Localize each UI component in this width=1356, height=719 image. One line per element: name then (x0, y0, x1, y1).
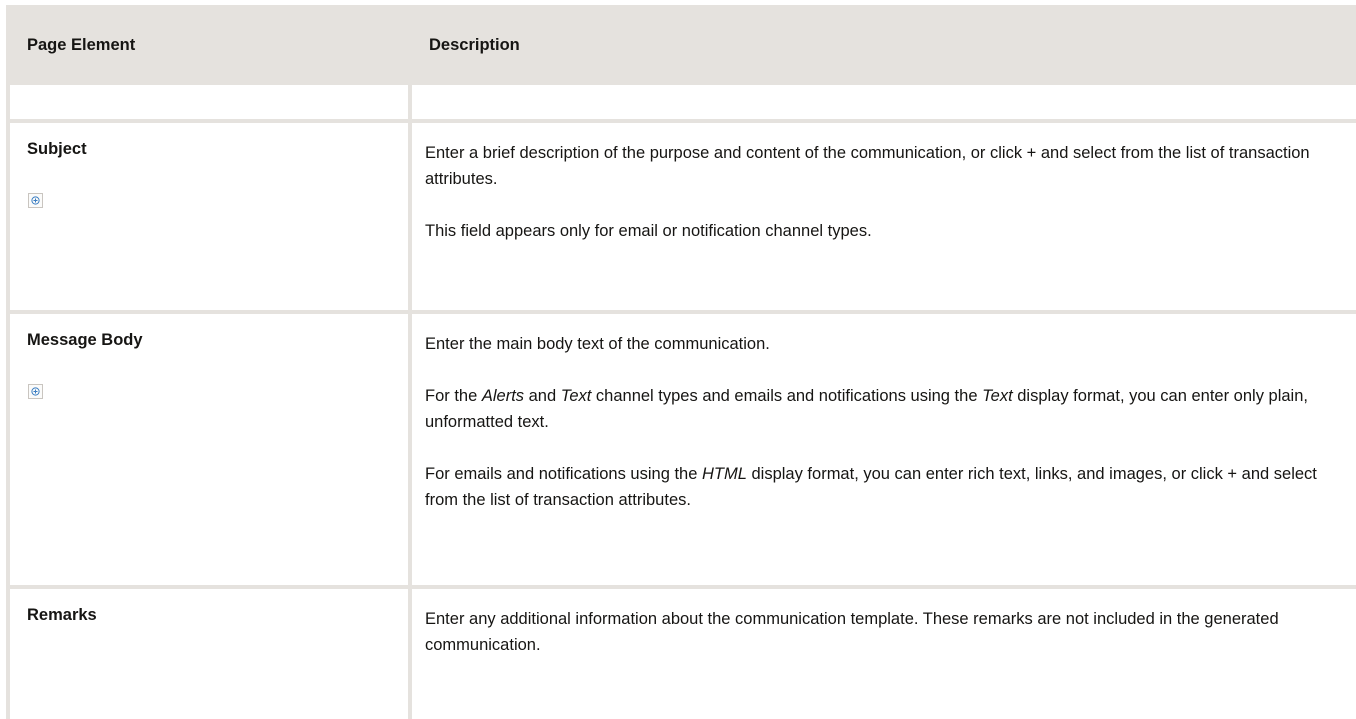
description-text: For the Alerts and Text channel types an… (425, 383, 1350, 435)
term-html: HTML (701, 465, 747, 483)
page-element-table-container: Page Element Description Subject Enter a… (6, 5, 1356, 719)
element-label-message-body: Message Body (27, 331, 143, 349)
table-header-row: Page Element Description (6, 5, 1356, 85)
element-label-subject: Subject (27, 140, 87, 158)
text-span: For emails and notifications using the (425, 465, 702, 483)
add-attribute-icon (28, 384, 43, 399)
table-row-empty (6, 81, 1356, 123)
empty-cell (408, 81, 1356, 123)
term-text: Text (982, 387, 1013, 405)
description-cell-remarks: Enter any additional information about t… (408, 585, 1356, 719)
text-span: channel types and emails and notificatio… (591, 387, 983, 405)
description-text: Enter any additional information about t… (425, 610, 1279, 654)
column-header-page-element: Page Element (6, 5, 412, 85)
element-cell-remarks: Remarks (6, 585, 412, 719)
text-span: and (524, 387, 561, 405)
element-cell-message-body: Message Body (6, 310, 412, 589)
text-span: For the (425, 387, 482, 405)
element-label-remarks: Remarks (27, 606, 97, 624)
page-element-table: Page Element Description Subject Enter a… (6, 5, 1356, 719)
description-cell-message-body: Enter the main body text of the communic… (408, 310, 1356, 589)
empty-cell (6, 81, 412, 123)
table-row-subject: Subject Enter a brief description of the… (6, 119, 1356, 314)
term-alerts: Alerts (481, 387, 525, 405)
description-text: Enter the main body text of the communic… (425, 335, 770, 353)
term-text: Text (560, 387, 592, 405)
description-text: This field appears only for email or not… (425, 222, 872, 240)
table-row-remarks: Remarks Enter any additional information… (6, 585, 1356, 719)
add-attribute-icon (28, 193, 43, 208)
table-row-message-body: Message Body Enter the main body text of… (6, 310, 1356, 589)
description-text: Enter a brief description of the purpose… (425, 144, 1310, 188)
element-cell-subject: Subject (6, 119, 412, 314)
description-cell-subject: Enter a brief description of the purpose… (408, 119, 1356, 314)
column-header-description: Description (408, 5, 1356, 85)
description-text: For emails and notifications using the H… (425, 461, 1350, 513)
